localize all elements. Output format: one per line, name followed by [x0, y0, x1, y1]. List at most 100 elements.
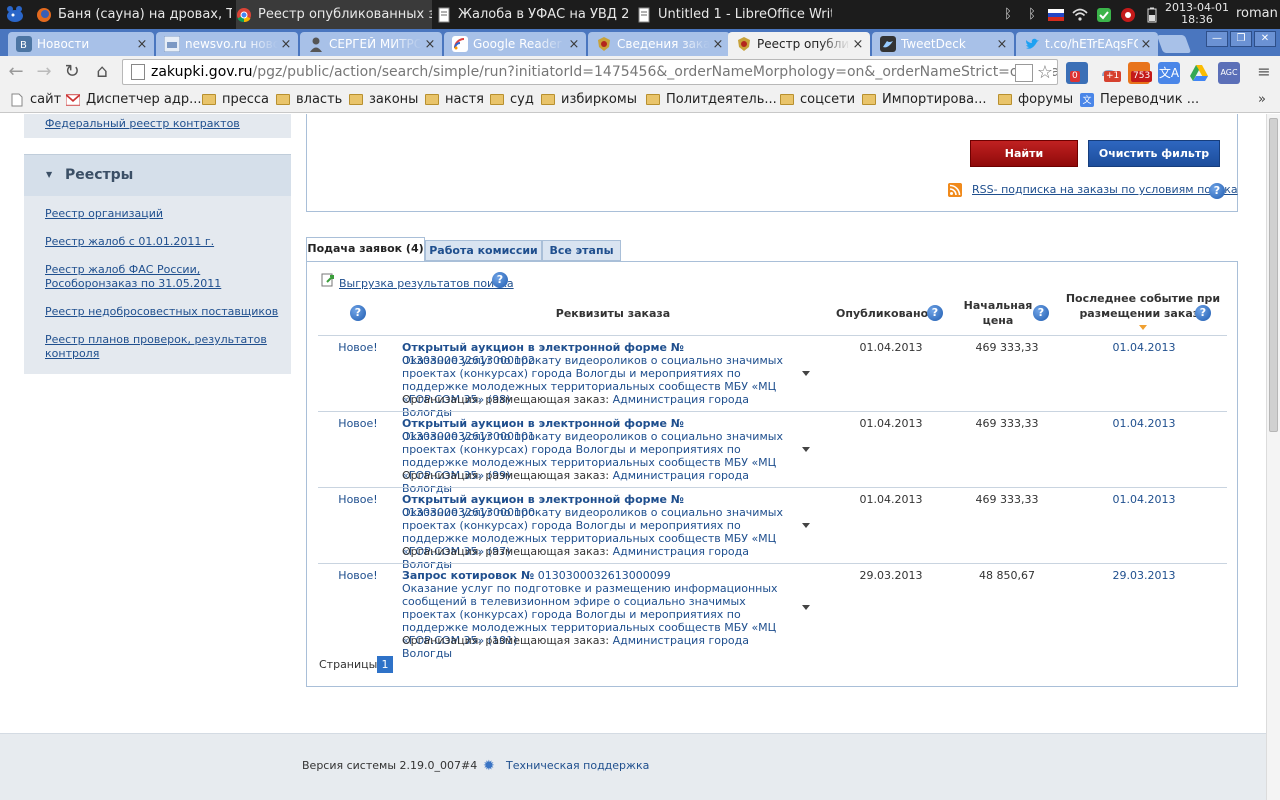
- close-icon[interactable]: ×: [1138, 37, 1154, 52]
- ext-counter-icon[interactable]: 0: [1066, 62, 1088, 84]
- browser-tab[interactable]: t.co/hETrEAqsFQ ×: [1016, 32, 1158, 56]
- last-event-date[interactable]: 01.04.2013: [1099, 341, 1189, 354]
- bookmark-item[interactable]: сайт: [10, 92, 61, 107]
- bookmark-item[interactable]: 文 Переводчик ...: [1080, 92, 1199, 107]
- menu-icon[interactable]: ≡: [1252, 60, 1276, 84]
- bookmark-item[interactable]: Диспетчер адр...: [66, 92, 202, 107]
- update-ok-icon[interactable]: [1096, 7, 1112, 23]
- address-bar[interactable]: zakupki.gov.ru/pgz/public/action/search/…: [122, 59, 1058, 85]
- tech-support-link[interactable]: Техническая поддержка: [506, 759, 649, 772]
- last-event-date[interactable]: 01.04.2013: [1099, 493, 1189, 506]
- bookmark-folder[interactable]: власть: [276, 92, 342, 107]
- status-new[interactable]: Новое!: [330, 341, 386, 354]
- bookmark-star-icon[interactable]: ☆: [1037, 64, 1053, 82]
- expand-arrow-icon[interactable]: [802, 523, 810, 528]
- taskbar-item-writer[interactable]: Untitled 1 - LibreOffice Writer: [636, 0, 832, 29]
- clock[interactable]: 2013-04-01 18:36: [1164, 2, 1230, 26]
- browser-tab[interactable]: TweetDeck ×: [872, 32, 1014, 56]
- close-icon[interactable]: ×: [566, 37, 582, 52]
- keyboard-layout-flag-icon[interactable]: [1048, 8, 1064, 21]
- rss-icon[interactable]: [948, 183, 962, 197]
- pagination-page-current[interactable]: 1: [377, 656, 393, 673]
- battery-icon[interactable]: [1144, 7, 1160, 23]
- order-title[interactable]: Запрос котировок № 0130300032613000099: [402, 569, 798, 582]
- user-name[interactable]: roman: [1236, 6, 1278, 21]
- close-icon[interactable]: ×: [994, 37, 1010, 52]
- close-window-icon[interactable]: ✕: [1254, 31, 1276, 47]
- back-icon[interactable]: ←: [4, 60, 28, 84]
- help-icon[interactable]: ?: [1209, 183, 1225, 199]
- ext-translate-icon[interactable]: 文A: [1158, 62, 1180, 84]
- taskbar-item-chrome[interactable]: Реестр опубликованных з...: [236, 0, 432, 29]
- forward-icon[interactable]: →: [32, 60, 56, 84]
- close-icon[interactable]: ×: [710, 37, 726, 52]
- bookmark-folder[interactable]: Импортирова...: [862, 92, 987, 107]
- help-icon[interactable]: ?: [1033, 305, 1049, 321]
- bookmark-folder[interactable]: Политдеятель...: [646, 92, 777, 107]
- help-icon[interactable]: ?: [1195, 305, 1211, 321]
- sidebar-link-registry[interactable]: Реестр жалоб ФАС России, Рособоронзаказ …: [45, 263, 245, 291]
- tab-all-stages[interactable]: Все этапы: [542, 240, 621, 261]
- ext-drive-icon[interactable]: [1188, 62, 1210, 84]
- help-icon[interactable]: ?: [350, 305, 366, 321]
- clear-filter-button[interactable]: Очистить фильтр: [1088, 140, 1220, 167]
- bookmark-folder[interactable]: законы: [349, 92, 418, 107]
- alert-icon[interactable]: [1120, 7, 1136, 23]
- bookmark-folder[interactable]: суд: [490, 92, 534, 107]
- help-icon[interactable]: ?: [927, 305, 943, 321]
- minimize-icon[interactable]: —: [1206, 31, 1228, 47]
- sort-desc-icon[interactable]: [1139, 325, 1147, 330]
- reload-icon[interactable]: ↻: [60, 60, 84, 84]
- export-results-link[interactable]: Выгрузка результатов поиска: [339, 277, 514, 290]
- browser-tab[interactable]: СЕРГЕЙ МИТРОХ ×: [300, 32, 442, 56]
- ext-agc-icon[interactable]: AGC: [1218, 62, 1240, 84]
- rss-subscription-link[interactable]: RSS- подписка на заказы по условиям поис…: [972, 183, 1238, 196]
- close-icon[interactable]: ×: [134, 37, 150, 52]
- bluetooth-icon[interactable]: ᛒ: [1024, 7, 1040, 23]
- page-action-icon[interactable]: [1014, 64, 1033, 82]
- close-icon[interactable]: ×: [850, 37, 866, 52]
- maximize-icon[interactable]: ❐: [1230, 31, 1252, 47]
- wifi-icon[interactable]: [1072, 7, 1088, 23]
- status-new[interactable]: Новое!: [330, 493, 386, 506]
- sidebar-link-federal-contracts[interactable]: Федеральный реестр контрактов: [45, 117, 240, 131]
- status-new[interactable]: Новое!: [330, 417, 386, 430]
- sidebar-link-registry[interactable]: Реестр организаций: [45, 207, 163, 221]
- expand-arrow-icon[interactable]: [802, 605, 810, 610]
- sidebar-link-registry[interactable]: Реестр планов проверок, результатов конт…: [45, 333, 281, 361]
- browser-tab[interactable]: Google Reader ( ×: [444, 32, 586, 56]
- sidebar-link-registry[interactable]: Реестр недобросовестных поставщиков: [45, 305, 278, 319]
- tab-submission[interactable]: Подача заявок (4): [306, 237, 425, 262]
- browser-tab[interactable]: Сведения заказа ×: [588, 32, 730, 56]
- bookmarks-overflow-icon[interactable]: »: [1258, 92, 1266, 107]
- xfce-logo-icon[interactable]: [4, 3, 26, 25]
- ext-rss-icon[interactable]: 753: [1128, 62, 1153, 84]
- tab-commission[interactable]: Работа комиссии: [425, 240, 542, 261]
- scrollbar-thumb[interactable]: [1269, 118, 1278, 432]
- bookmark-folder[interactable]: избиркомы: [541, 92, 637, 107]
- sidebar-link-registry[interactable]: Реестр жалоб с 01.01.2011 г.: [45, 235, 214, 249]
- new-tab-button[interactable]: [1156, 35, 1192, 53]
- browser-tab[interactable]: newsvo.ru новс ×: [156, 32, 298, 56]
- page-scrollbar[interactable]: [1266, 114, 1280, 800]
- browser-tab[interactable]: B Новости ×: [8, 32, 154, 56]
- find-button[interactable]: Найти: [970, 140, 1078, 167]
- ext-plus-icon[interactable]: +1: [1098, 62, 1122, 84]
- bookmark-folder[interactable]: настя: [425, 92, 484, 107]
- column-header-price[interactable]: Начальная цена: [958, 298, 1038, 328]
- status-new[interactable]: Новое!: [330, 569, 386, 582]
- browser-tab-active[interactable]: Реестр опублико ×: [728, 32, 870, 56]
- bookmark-folder[interactable]: пресса: [202, 92, 269, 107]
- taskbar-item-complaint[interactable]: Жалоба в УФАС на УВД 2 Р...: [436, 0, 632, 29]
- bookmark-folder[interactable]: форумы: [998, 92, 1073, 107]
- bookmark-folder[interactable]: соцсети: [780, 92, 855, 107]
- sidebar-section-header[interactable]: ▼ Реестры: [24, 154, 291, 196]
- export-icon[interactable]: [320, 272, 336, 288]
- close-icon[interactable]: ×: [422, 37, 438, 52]
- last-event-date[interactable]: 01.04.2013: [1099, 417, 1189, 430]
- bluetooth-icon[interactable]: ᛒ: [1000, 7, 1016, 23]
- help-icon[interactable]: ?: [492, 272, 508, 288]
- column-header-published[interactable]: Опубликовано: [836, 306, 928, 321]
- close-icon[interactable]: ×: [278, 37, 294, 52]
- expand-arrow-icon[interactable]: [802, 371, 810, 376]
